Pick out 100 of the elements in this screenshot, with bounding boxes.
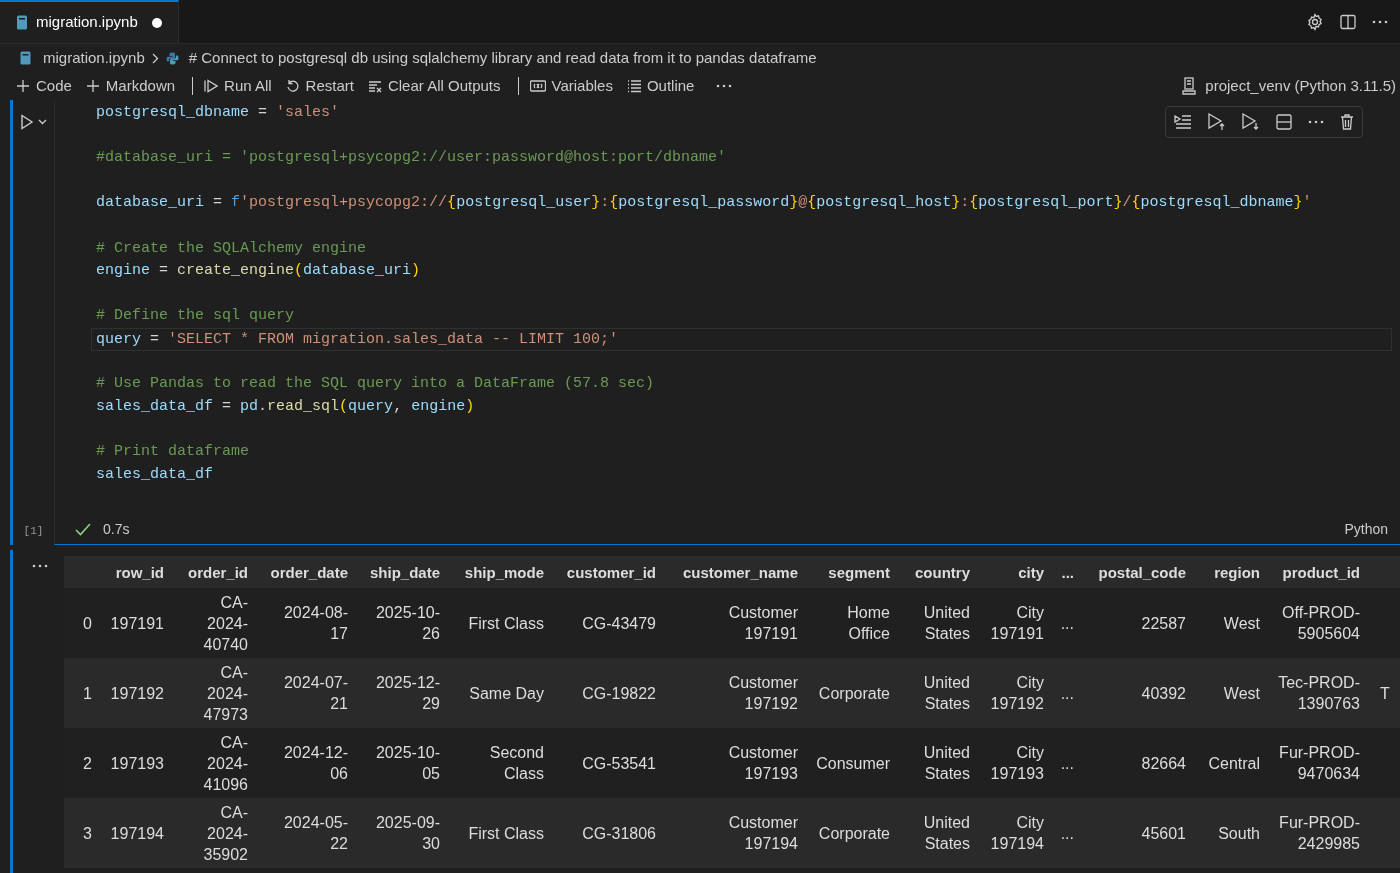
table-cell: 40392: [1082, 658, 1194, 728]
editor-tab[interactable]: migration.ipynb: [0, 0, 179, 43]
toolbar-button[interactable]: Markdown: [81, 73, 180, 99]
server-icon[interactable]: [1181, 77, 1198, 95]
code-line: # Create the SQLAlchemy engine: [96, 238, 367, 259]
plus-icon: [85, 79, 100, 93]
column-header: postal_code: [1082, 556, 1194, 588]
table-cell: CG-43479: [552, 588, 664, 658]
table-cell: 197192: [100, 658, 172, 728]
table-cell: 2024-08-17: [256, 588, 356, 658]
settings-icon[interactable]: [1306, 12, 1324, 31]
table-cell: First Class: [448, 798, 552, 868]
run-below-icon[interactable]: [1242, 113, 1260, 131]
table-cell: ...: [1052, 588, 1082, 658]
table-cell: 2024-07-21: [256, 658, 356, 728]
run-cell-button[interactable]: [20, 114, 47, 130]
column-header: order_date: [256, 556, 356, 588]
restart-icon: [285, 79, 300, 93]
table-cell: Tec-PROD-1390763: [1268, 658, 1368, 728]
table-cell: CG-53541: [552, 728, 664, 798]
table-cell: ...: [1052, 798, 1082, 868]
check-icon: [75, 522, 91, 536]
row-index: 1: [64, 658, 100, 728]
table-cell: CA-2024-40740: [172, 588, 256, 658]
split-cell-icon[interactable]: [1276, 114, 1292, 130]
variables-icon: [529, 79, 546, 93]
table-cell: 45601: [1082, 798, 1194, 868]
breadcrumb-item[interactable]: migration.ipynb: [43, 46, 145, 70]
breadcrumb-item[interactable]: # Connect to postgresql db using sqlalchemy library and read data from it to pandas dataframe: [188, 46, 817, 70]
column-header: region: [1194, 556, 1268, 588]
row-index: 3: [64, 798, 100, 868]
table-cell: South: [1194, 798, 1268, 868]
plus-icon: [16, 79, 30, 93]
python-icon: [165, 51, 179, 65]
row-index: 2: [64, 728, 100, 798]
table-cell: CG-19822: [552, 658, 664, 728]
more-icon[interactable]: [1308, 120, 1324, 124]
table-cell: 2025-09-30: [356, 798, 448, 868]
table-cell: 2024-05-22: [256, 798, 356, 868]
code-line: sales_data_df: [96, 464, 214, 485]
table-cell: CG-31806: [552, 798, 664, 868]
table-cell: ...: [1052, 658, 1082, 728]
column-header: customer_id: [552, 556, 664, 588]
column-header: ship_mode: [448, 556, 552, 588]
column-header: city: [978, 556, 1052, 588]
table-cell: Second Class: [448, 728, 552, 798]
table-cell: Corporate: [806, 658, 898, 728]
table-cell: Fur-PROD-9470634: [1268, 728, 1368, 798]
cell-language[interactable]: Python: [1344, 518, 1388, 540]
code-line: sales_data_df = pd.read_sql(query, engine): [96, 396, 475, 417]
table-cell: 2025-10-26: [356, 588, 448, 658]
code-line: # Use Pandas to read the SQL query into a DataFrame (57.8 sec): [96, 374, 655, 395]
split-editor-icon[interactable]: [1340, 13, 1356, 30]
table-cell: Customer 197193: [664, 728, 806, 798]
chevron-right-icon: [151, 52, 159, 64]
table-cell: 2024-12-06: [256, 728, 356, 798]
table-cell: 2025-10-05: [356, 728, 448, 798]
notebook-icon: [20, 51, 31, 65]
table-cell: Same Day: [448, 658, 552, 728]
table-cell: West: [1194, 588, 1268, 658]
toolbar-button[interactable]: Variables: [525, 73, 617, 99]
code-line: # Define the sql query: [96, 306, 295, 327]
notebook-icon: [16, 15, 28, 30]
column-header: row_id: [100, 556, 172, 588]
table-cell: 22587: [1082, 588, 1194, 658]
table-cell: Corporate: [806, 798, 898, 868]
more-icon[interactable]: [1372, 19, 1388, 24]
toolbar-button[interactable]: Clear All Outputs: [363, 73, 505, 99]
play-icon: [20, 114, 34, 130]
column-header: product_id: [1268, 556, 1368, 588]
code-line: engine = create_engine(database_uri): [96, 261, 421, 282]
code-line: database_uri = f'postgresql+psycopg2://{postgresql_user}:{postgresql_password}@{postgresql_host}:{postgresql_port}/{postgresql_dbname}': [96, 193, 1312, 214]
column-header: customer_name: [664, 556, 806, 588]
code-line: #database_uri = 'postgresql+psycopg2://user:password@host:port/dbname': [96, 148, 727, 169]
table-cell: City 197193: [978, 728, 1052, 798]
code-line: # Print dataframe: [96, 441, 250, 462]
kernel-picker[interactable]: project_venv (Python 3.11.5): [1205, 74, 1396, 98]
table-cell: City 197192: [978, 658, 1052, 728]
toolbar-button[interactable]: Outline: [622, 73, 699, 99]
table-cell: CA-2024-47973: [172, 658, 256, 728]
table-cell: United States: [898, 798, 978, 868]
table-cell: United States: [898, 588, 978, 658]
table-cell: T: [1368, 658, 1400, 728]
run-by-line-icon[interactable]: [1174, 115, 1192, 129]
toolbar-button[interactable]: Run All: [200, 73, 276, 99]
table-cell: Off-PROD-5905604: [1268, 588, 1368, 658]
more-icon[interactable]: [31, 564, 48, 568]
table-cell: City 197191: [978, 588, 1052, 658]
run-above-icon[interactable]: [1208, 113, 1226, 131]
trash-icon[interactable]: [1340, 114, 1354, 130]
table-cell: Fur-PROD-2429985: [1268, 798, 1368, 868]
table-cell: Home Office: [806, 588, 898, 658]
execution-time: 0.7s: [103, 519, 130, 539]
toolbar-button[interactable]: Restart: [281, 73, 358, 99]
row-index: 0: [64, 588, 100, 658]
column-header: order_id: [172, 556, 256, 588]
more-icon[interactable]: [716, 84, 733, 88]
table-cell: West: [1194, 658, 1268, 728]
column-header: country: [898, 556, 978, 588]
toolbar-button[interactable]: Code: [12, 73, 76, 99]
